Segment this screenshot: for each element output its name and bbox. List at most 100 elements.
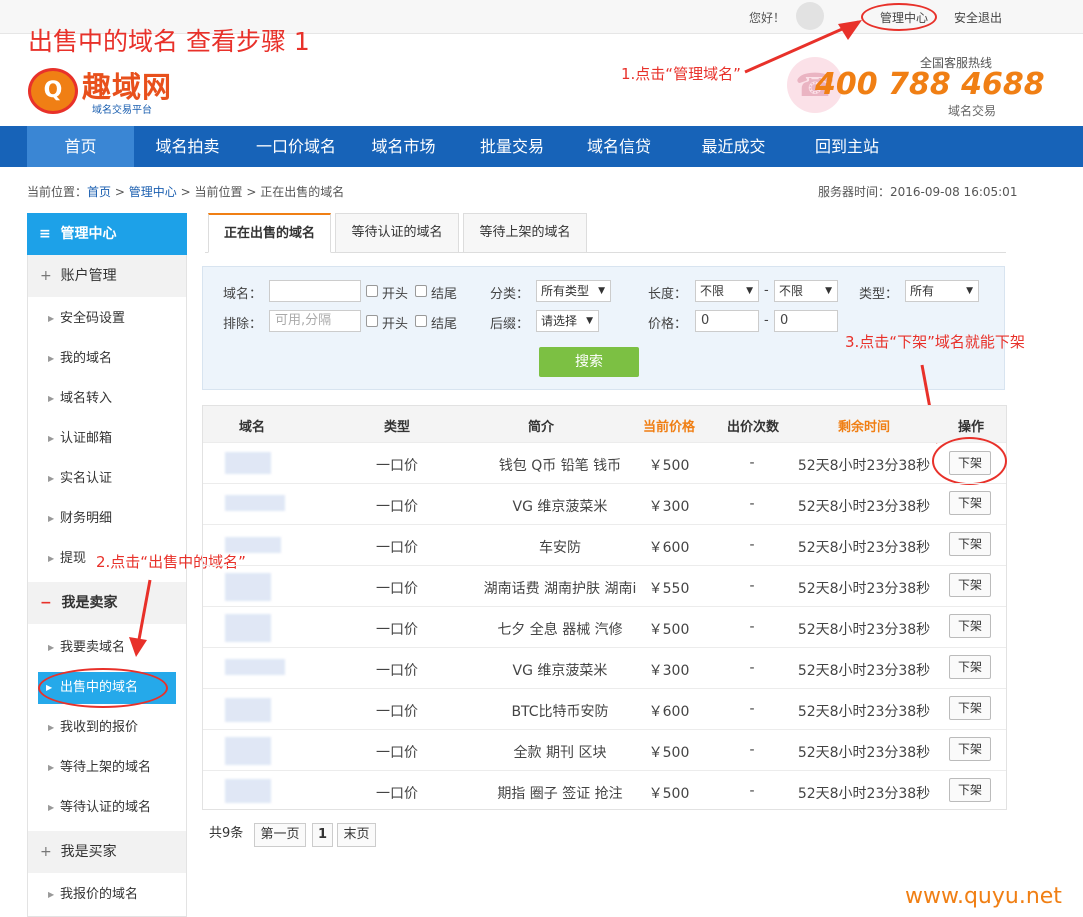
row-price: ￥500 — [648, 745, 690, 761]
exclude-starts-checkbox[interactable] — [366, 315, 378, 327]
domain-name-blurred[interactable] — [225, 779, 271, 803]
price-min-input[interactable]: 0 — [695, 310, 759, 332]
domain-name-blurred[interactable] — [225, 614, 271, 642]
first-page-button[interactable]: 第一页 — [254, 823, 306, 847]
header-remaining[interactable]: 剩余时间 — [814, 416, 914, 435]
sidebar-item-realname[interactable]: ▶ 实名认证 — [28, 459, 186, 499]
caret-right-icon: ▶ — [48, 554, 55, 563]
row-divider — [203, 524, 1006, 525]
exclude-input[interactable]: 可用,分隔 — [269, 310, 361, 332]
suffix-label: 后缀： — [490, 317, 530, 332]
menu-icon: ≡ — [39, 226, 51, 242]
dropdown-arrow-icon: ▼ — [825, 286, 832, 296]
exclude-ends-label: 结尾 — [431, 317, 458, 332]
tab-pending-listing[interactable]: 等待上架的域名 — [463, 213, 587, 253]
row-type: 一口价 — [376, 786, 418, 802]
delist-button[interactable]: 下架 — [949, 778, 991, 802]
row-divider — [203, 647, 1006, 648]
nav-home[interactable]: 首页 — [27, 126, 134, 167]
category-label: 分类： — [490, 287, 530, 302]
sidebar-item-pending-listing[interactable]: ▶ 等待上架的域名 — [28, 748, 186, 788]
header-intro[interactable]: 简介 — [471, 416, 611, 435]
delist-button[interactable]: 下架 — [949, 532, 991, 556]
category-select[interactable]: 所有类型 ▼ — [536, 280, 611, 302]
exclude-label: 排除： — [223, 317, 263, 332]
row-price: ￥500 — [648, 786, 690, 802]
header-price[interactable]: 当前价格 — [631, 416, 707, 435]
row-divider — [203, 729, 1006, 730]
starts-with-checkbox[interactable] — [366, 285, 378, 297]
delist-button[interactable]: 下架 — [949, 491, 991, 515]
sidebar-item-offers[interactable]: ▶ 我收到的报价 — [28, 708, 186, 748]
caret-right-icon: ▶ — [48, 890, 55, 899]
tab-on-sale[interactable]: 正在出售的域名 — [208, 213, 331, 253]
header-type[interactable]: 类型 — [357, 416, 437, 435]
row-divider — [203, 606, 1006, 607]
last-page-button[interactable]: 末页 — [337, 823, 376, 847]
sidebar-item-pending-verify[interactable]: ▶ 等待认证的域名 — [28, 788, 186, 828]
delist-button[interactable]: 下架 — [949, 655, 991, 679]
breadcrumb-current: 正在出售的域名 — [260, 185, 345, 199]
domain-name-blurred[interactable] — [225, 495, 285, 511]
domain-input[interactable] — [269, 280, 361, 302]
nav-auction[interactable]: 域名拍卖 — [134, 126, 241, 167]
price-max-input[interactable]: 0 — [774, 310, 838, 332]
sidebar-header[interactable]: ≡ 管理中心 — [27, 213, 187, 255]
header-bids[interactable]: 出价次数 — [715, 416, 791, 435]
caret-right-icon: ▶ — [48, 314, 55, 323]
domain-name-blurred[interactable] — [225, 698, 271, 722]
nav-market[interactable]: 域名市场 — [351, 126, 456, 167]
sidebar-section-buyer[interactable]: + 我是买家 — [28, 831, 186, 873]
header-action[interactable]: 操作 — [936, 416, 1006, 435]
domain-name-blurred[interactable] — [225, 452, 271, 474]
caret-right-icon: ▶ — [48, 474, 55, 483]
search-button[interactable]: 搜索 — [539, 347, 639, 377]
ends-with-checkbox[interactable] — [415, 285, 427, 297]
row-intro: 期指 圈子 签证 抢注 — [497, 786, 623, 802]
length-max-select[interactable]: 不限 ▼ — [774, 280, 838, 302]
exclude-ends-checkbox[interactable] — [415, 315, 427, 327]
nav-bulk[interactable]: 批量交易 — [456, 126, 568, 167]
delist-button[interactable]: 下架 — [949, 614, 991, 638]
sidebar-item-finance[interactable]: ▶ 财务明细 — [28, 499, 186, 539]
domain-name-blurred[interactable] — [225, 659, 285, 675]
sidebar-item-email[interactable]: ▶ 认证邮箱 — [28, 419, 186, 459]
hotline-sub: 域名交易 — [948, 104, 997, 118]
delist-button[interactable]: 下架 — [949, 737, 991, 761]
logout-link[interactable]: 安全退出 — [954, 9, 1002, 26]
header-domain[interactable]: 域名 — [203, 416, 301, 435]
row-remaining: 52天8小时23分38秒 — [797, 786, 931, 802]
domain-name-blurred[interactable] — [225, 737, 271, 765]
nav-main-site[interactable]: 回到主站 — [791, 126, 903, 167]
logo-name[interactable]: 趣域网 — [82, 64, 172, 106]
row-remaining: 52天8小时23分38秒 — [797, 499, 931, 515]
row-type: 一口价 — [376, 663, 418, 679]
length-min-select[interactable]: 不限 ▼ — [695, 280, 759, 302]
plus-icon: + — [40, 844, 52, 860]
breadcrumb-home[interactable]: 首页 — [87, 185, 111, 199]
nav-credit[interactable]: 域名信贷 — [568, 126, 670, 167]
delist-button[interactable]: 下架 — [949, 696, 991, 720]
row-price: ￥600 — [648, 540, 690, 556]
domain-name-blurred[interactable] — [225, 573, 271, 601]
tab-pending-verify[interactable]: 等待认证的域名 — [335, 213, 459, 253]
sidebar-section-account[interactable]: + 账户管理 — [28, 255, 186, 297]
sidebar-item-my-offers[interactable]: ▶ 我报价的域名 — [28, 875, 186, 915]
delist-button[interactable]: 下架 — [949, 573, 991, 597]
row-bids: - — [749, 619, 755, 635]
suffix-select[interactable]: 请选择 ▼ — [536, 310, 599, 332]
total-count: 共9条 — [209, 826, 244, 841]
type-select[interactable]: 所有 ▼ — [905, 280, 979, 302]
nav-recent[interactable]: 最近成交 — [676, 126, 791, 167]
caret-right-icon: ▶ — [48, 803, 55, 812]
page-1-button[interactable]: 1 — [312, 823, 333, 847]
nav-fixed-price[interactable]: 一口价域名 — [241, 126, 351, 167]
domain-name-blurred[interactable] — [225, 537, 281, 553]
sidebar-item-security-code[interactable]: ▶ 安全码设置 — [28, 299, 186, 339]
breadcrumb-manage[interactable]: 管理中心 — [129, 185, 177, 199]
dropdown-arrow-icon: ▼ — [966, 286, 973, 296]
sidebar-item-transfer-in[interactable]: ▶ 域名转入 — [28, 379, 186, 419]
sidebar-item-my-domains[interactable]: ▶ 我的域名 — [28, 339, 186, 379]
row-type: 一口价 — [376, 622, 418, 638]
exclude-starts-label: 开头 — [382, 317, 409, 332]
